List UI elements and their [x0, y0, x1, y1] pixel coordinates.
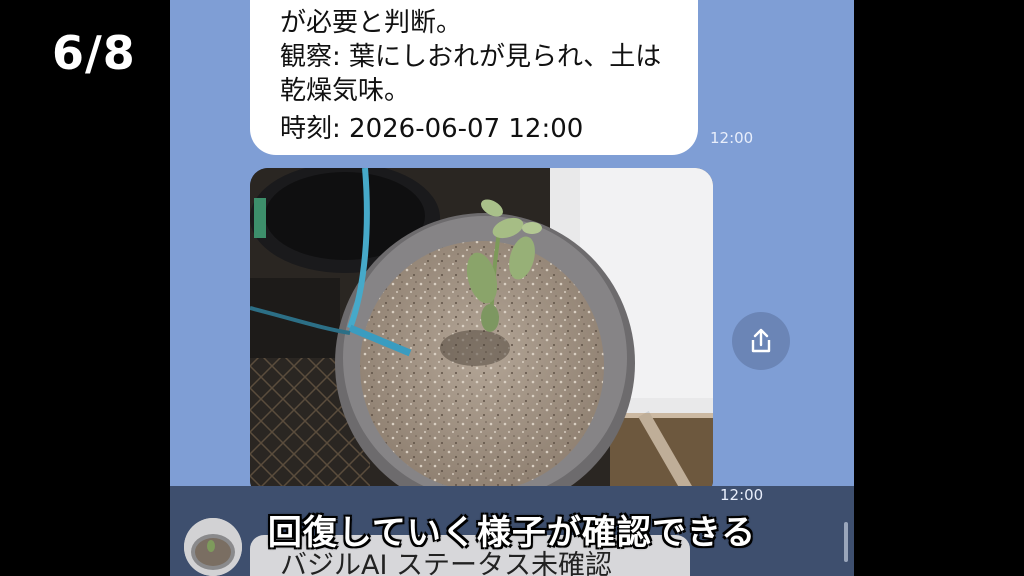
message-line: 乾燥気味。: [280, 76, 411, 106]
share-icon: [751, 328, 771, 353]
page-counter: 6/8: [52, 26, 136, 80]
message-line: 時刻: 2026-06-07 12:00: [280, 114, 584, 144]
share-button[interactable]: [732, 312, 790, 370]
plant-photo[interactable]: [250, 168, 713, 498]
message-timestamp: 12:00: [710, 129, 754, 147]
plant-photo-image: [250, 168, 713, 498]
chat-area: が必要と判断。 観察: 葉にしおれが見られ、土は 乾燥気味。 時刻: 2026-…: [170, 0, 854, 576]
message-line: 観察: 葉にしおれが見られ、土は: [280, 42, 662, 72]
video-subtitle: 回復していく様子が確認できる: [267, 513, 757, 553]
message-line: が必要と判断。: [280, 8, 463, 38]
message-bubble[interactable]: が必要と判断。 観察: 葉にしおれが見られ、土は 乾燥気味。 時刻: 2026-…: [250, 0, 698, 155]
photo-timestamp: 12:00: [720, 486, 764, 504]
